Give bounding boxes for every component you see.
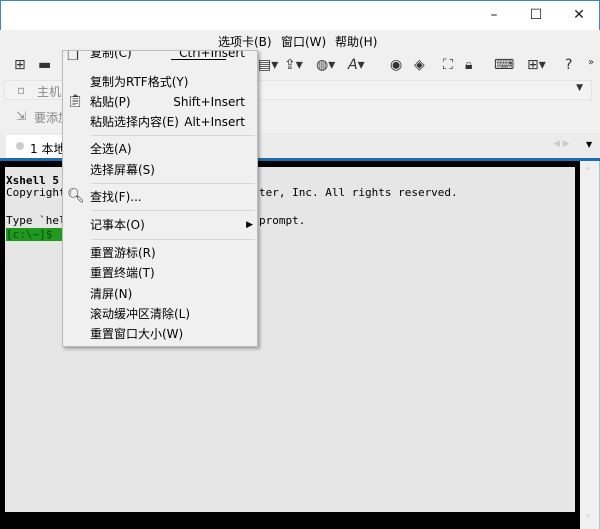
tab-status-icon — [16, 142, 24, 150]
menu-item-notepad[interactable]: 记事本(O) ▶ — [63, 215, 257, 235]
terminal-scrollbar[interactable]: ˄ ˅ — [580, 161, 600, 529]
menu-item-paste-selection[interactable]: 粘贴选择内容(E) Alt+Insert — [63, 112, 257, 132]
separator — [91, 183, 255, 184]
scroll-down-icon[interactable]: ˅ — [585, 514, 590, 525]
xmanager-icon[interactable]: ◈ — [414, 57, 425, 73]
menu-bar: 选项卡(B) 窗口(W) 帮助(H) — [0, 30, 600, 51]
menu-item-paste[interactable]: 粘贴(P) Shift+Insert — [63, 92, 257, 112]
overflow-icon[interactable]: » — [588, 57, 594, 68]
menu-item-clear-scrollback[interactable]: 滚动缓冲区清除(L) — [63, 304, 257, 324]
address-placeholder: 主机 — [37, 85, 62, 99]
add-link-icon: ⇲ — [16, 109, 27, 123]
new-session-icon[interactable]: ⊞ — [14, 57, 26, 73]
title-bar: – ☐ ✕ — [0, 0, 600, 30]
menu-item-copy[interactable]: 复制(C) Ctrl+Insert — [63, 51, 257, 63]
host-icon: ▫ — [17, 83, 26, 97]
menu-item-select-all[interactable]: 全选(A) — [63, 139, 257, 159]
menu-window[interactable]: 窗口(W) — [281, 33, 326, 50]
context-menu: ❐ 复制(C) Ctrl+Insert 复制为RTF格式(Y) 📋︎ 粘贴(P) S… — [62, 50, 258, 347]
menu-help[interactable]: 帮助(H) — [335, 33, 377, 50]
terminal-line: Type `hel — [6, 214, 66, 227]
separator — [91, 210, 255, 211]
xftp-icon[interactable]: ◉ — [390, 57, 402, 73]
open-folder-icon[interactable]: ▬ — [38, 57, 51, 73]
menu-tabs[interactable]: 选项卡(B) — [218, 33, 272, 50]
terminal-line: Copyright — [6, 186, 66, 199]
menu-item-clear-screen[interactable]: 清屏(N) — [63, 284, 257, 304]
maximize-button[interactable]: ☐ — [521, 5, 551, 25]
keyboard-icon[interactable]: ⌨ — [494, 57, 514, 73]
menu-item-select-screen[interactable]: 选择屏幕(S) — [63, 160, 257, 180]
terminal-prompt: [c:\~]$ — [6, 228, 64, 241]
minimize-button[interactable]: – — [479, 5, 509, 25]
help-icon[interactable]: ? — [565, 57, 572, 73]
menu-item-copy-rtf[interactable]: 复制为RTF格式(Y) — [63, 72, 257, 92]
dropdown-icon[interactable]: ▼ — [576, 83, 583, 93]
submenu-arrow-icon: ▶ — [246, 220, 253, 230]
tab-list-icon[interactable]: ▼ — [586, 140, 592, 149]
font-icon[interactable]: A▾ — [348, 57, 365, 73]
transfer-icon[interactable]: ⇪▾ — [284, 57, 303, 73]
separator — [91, 135, 255, 136]
print-icon[interactable]: ▤▾ — [258, 57, 278, 73]
menu-item-reset-terminal[interactable]: 重置终端(T) — [63, 263, 257, 283]
menu-item-reset-cursor[interactable]: 重置游标(R) — [63, 243, 257, 263]
separator — [91, 239, 255, 240]
terminal-line: ter, Inc. All rights reserved. — [259, 186, 458, 199]
globe-icon[interactable]: ◍▾ — [316, 57, 335, 73]
close-button[interactable]: ✕ — [564, 5, 594, 25]
add-tab-icon[interactable]: ⊞▾ — [527, 57, 546, 73]
divider — [171, 59, 226, 60]
tab-scroll-icon[interactable]: ◀ ▶ — [553, 139, 570, 149]
scroll-up-icon[interactable]: ˄ — [585, 167, 590, 178]
menu-item-find[interactable]: 查找(F)... — [63, 187, 257, 207]
menu-item-reset-window-size[interactable]: 重置窗口大小(W) — [63, 324, 257, 344]
fullscreen-icon[interactable]: ⛶ — [443, 57, 453, 73]
lock-icon[interactable]: 🔒︎ — [465, 57, 472, 73]
terminal-line: prompt. — [259, 214, 306, 227]
